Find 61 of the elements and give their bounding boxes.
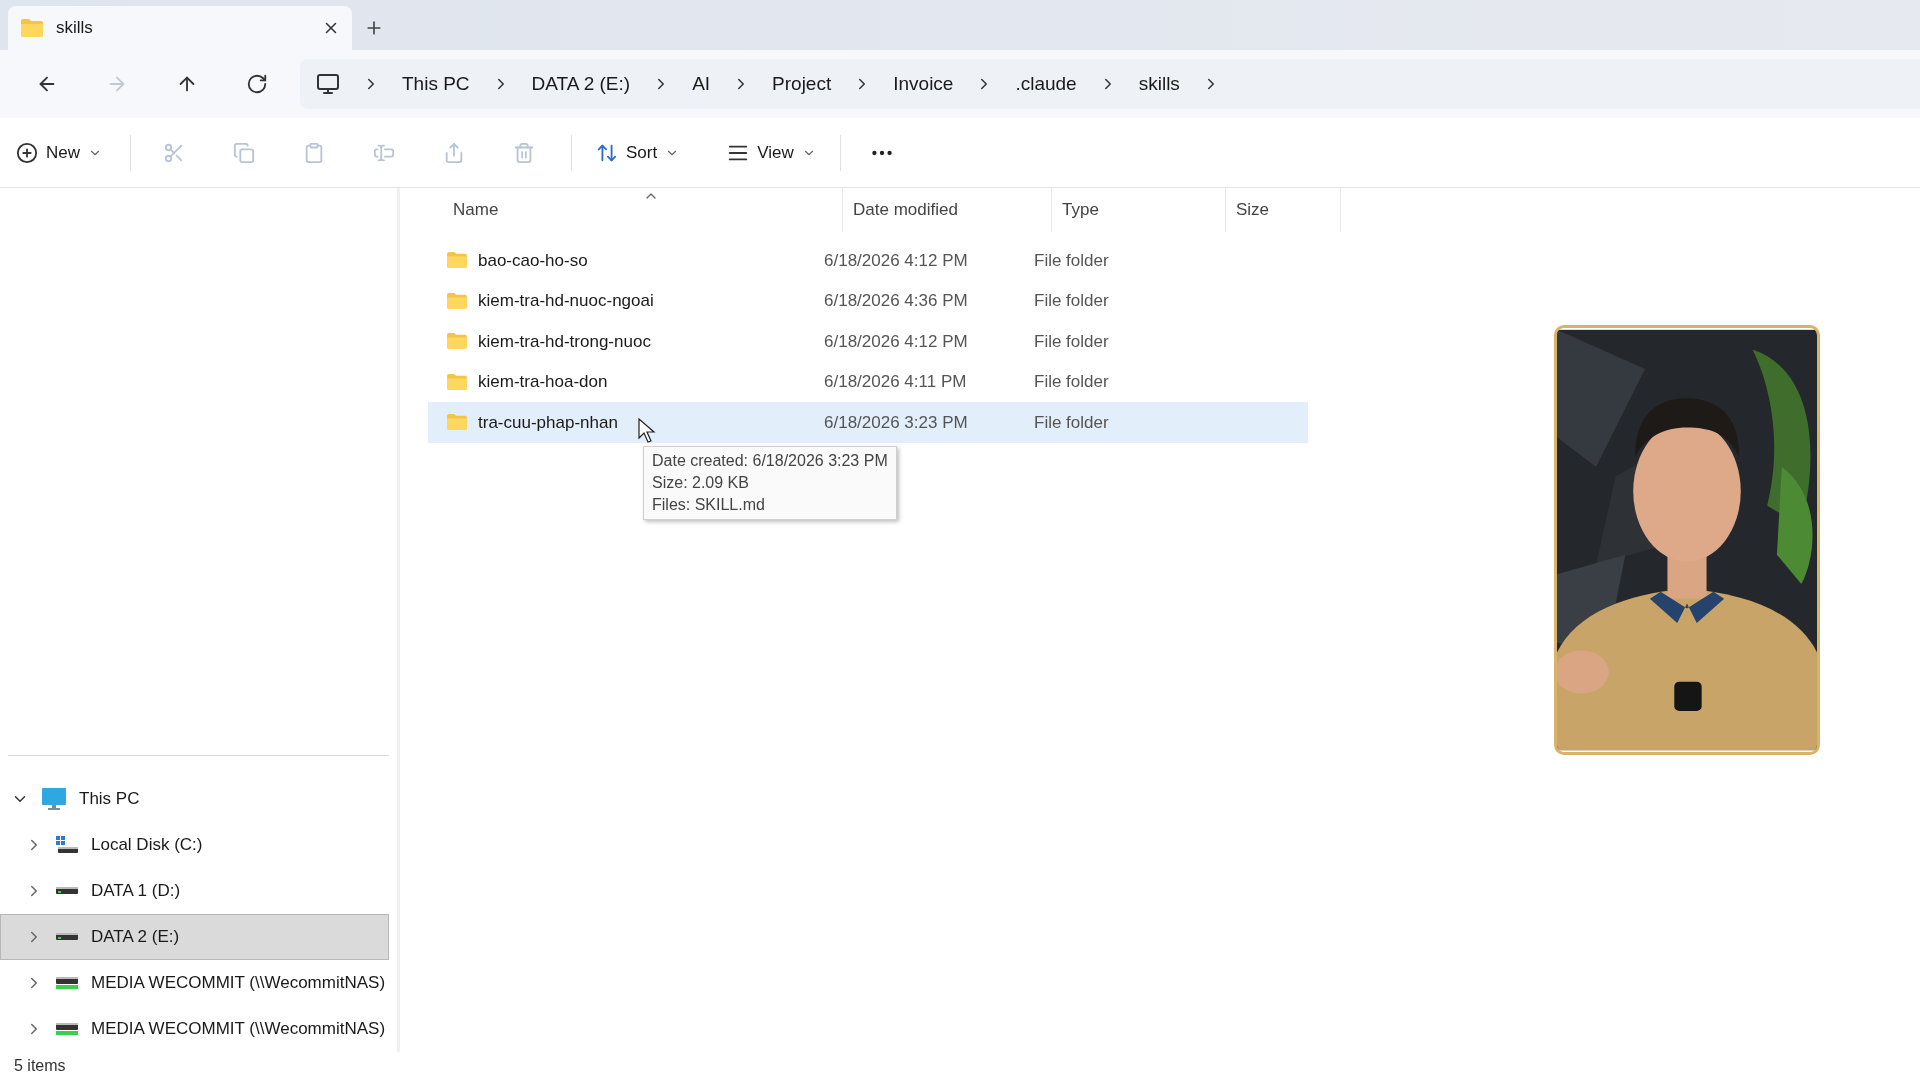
type-cell-text: File folder <box>1034 371 1109 393</box>
tree-item[interactable]: Local Disk (C:) <box>0 822 389 868</box>
tree-item[interactable]: This PC <box>0 776 389 822</box>
column-header[interactable]: Size <box>1226 188 1341 232</box>
file-row[interactable]: kiem-tra-hd-nuoc-ngoai 6/18/2026 4:36 PM File folder <box>428 280 1308 321</box>
drive-icon <box>55 835 79 855</box>
new-button[interactable]: New <box>16 139 122 166</box>
tooltip-line: Date created: 6/18/2026 3:23 PM <box>652 451 888 471</box>
tree-item[interactable]: MEDIA WECOMMIT (\\WecommitNAS) <box>0 1006 389 1052</box>
file-row[interactable]: tra-cuu-phap-nhan 6/18/2026 3:23 PM File folder <box>428 402 1308 443</box>
column-header[interactable]: Name <box>443 188 843 232</box>
folder-icon <box>446 251 468 270</box>
type-cell-text: File folder <box>1034 249 1109 272</box>
drive-icon <box>55 932 79 942</box>
file-name: tra-cuu-phap-nhan <box>478 411 618 434</box>
breadcrumb-item[interactable]: skills <box>1138 69 1180 99</box>
file-name: kiem-tra-hd-trong-nuoc <box>478 330 651 353</box>
drive-icon <box>55 886 79 896</box>
breadcrumb-item[interactable]: AI <box>692 69 711 99</box>
folder-icon <box>446 413 468 432</box>
folder-icon <box>446 291 468 310</box>
tree-item[interactable]: DATA 2 (E:) <box>0 914 389 960</box>
date-cell-text: 6/18/2026 4:36 PM <box>824 290 969 312</box>
column-header[interactable]: Date modified <box>843 188 1052 232</box>
folder-icon <box>446 372 468 391</box>
date-cell-text: 6/18/2026 4:12 PM <box>824 249 969 272</box>
tab[interactable]: skills <box>8 6 352 50</box>
breadcrumb-item[interactable]: This PC <box>402 69 470 99</box>
file-name: kiem-tra-hoa-don <box>478 371 608 393</box>
tree-item[interactable]: MEDIA WECOMMIT (\\WecommitNAS) <box>0 960 389 1006</box>
date-cell-text: 6/18/2026 3:23 PM <box>824 411 969 434</box>
tooltip-line: Size: 2.09 KB <box>652 473 750 493</box>
computer-icon <box>316 72 340 96</box>
file-row[interactable]: bao-cao-ho-so 6/18/2026 4:12 PM File folder <box>428 240 1308 281</box>
view-button[interactable]: View <box>715 139 828 166</box>
type-cell-text: File folder <box>1034 330 1109 353</box>
plus-icon <box>16 141 38 164</box>
computer-icon <box>41 787 67 811</box>
folder-icon <box>20 18 44 38</box>
file-name: bao-cao-ho-so <box>478 249 588 272</box>
date-cell-text: 6/18/2026 4:12 PM <box>824 330 969 353</box>
breadcrumb-item[interactable]: Invoice <box>893 69 954 99</box>
address-bar[interactable]: This PC DATA 2 (E:) AI Project Invoice .claude skills <box>300 59 1920 109</box>
cursor-icon <box>638 418 656 444</box>
file-name: kiem-tra-hd-nuoc-ngoai <box>478 290 654 312</box>
file-row[interactable]: kiem-tra-hoa-don 6/18/2026 4:11 PM File folder <box>428 361 1308 402</box>
breadcrumb-item[interactable]: DATA 2 (E:) <box>531 69 631 99</box>
type-cell-text: File folder <box>1034 290 1109 312</box>
network-drive-icon <box>55 1022 79 1036</box>
sort-button[interactable]: Sort <box>584 139 692 166</box>
date-cell-text: 6/18/2026 4:11 PM <box>824 371 968 393</box>
breadcrumb-item[interactable]: .claude <box>1015 69 1077 99</box>
file-row[interactable]: kiem-tra-hd-trong-nuoc 6/18/2026 4:12 PM File folder <box>428 321 1308 362</box>
tooltip-line: Files: SKILL.md <box>652 495 766 515</box>
status-text: 5 items <box>14 1056 66 1076</box>
column-header[interactable]: Type <box>1052 188 1226 232</box>
tree-item[interactable]: DATA 1 (D:) <box>0 868 389 914</box>
folder-icon <box>446 332 468 351</box>
type-cell-text: File folder <box>1034 411 1109 434</box>
breadcrumb-item[interactable]: Project <box>772 69 832 99</box>
network-drive-icon <box>55 976 79 990</box>
